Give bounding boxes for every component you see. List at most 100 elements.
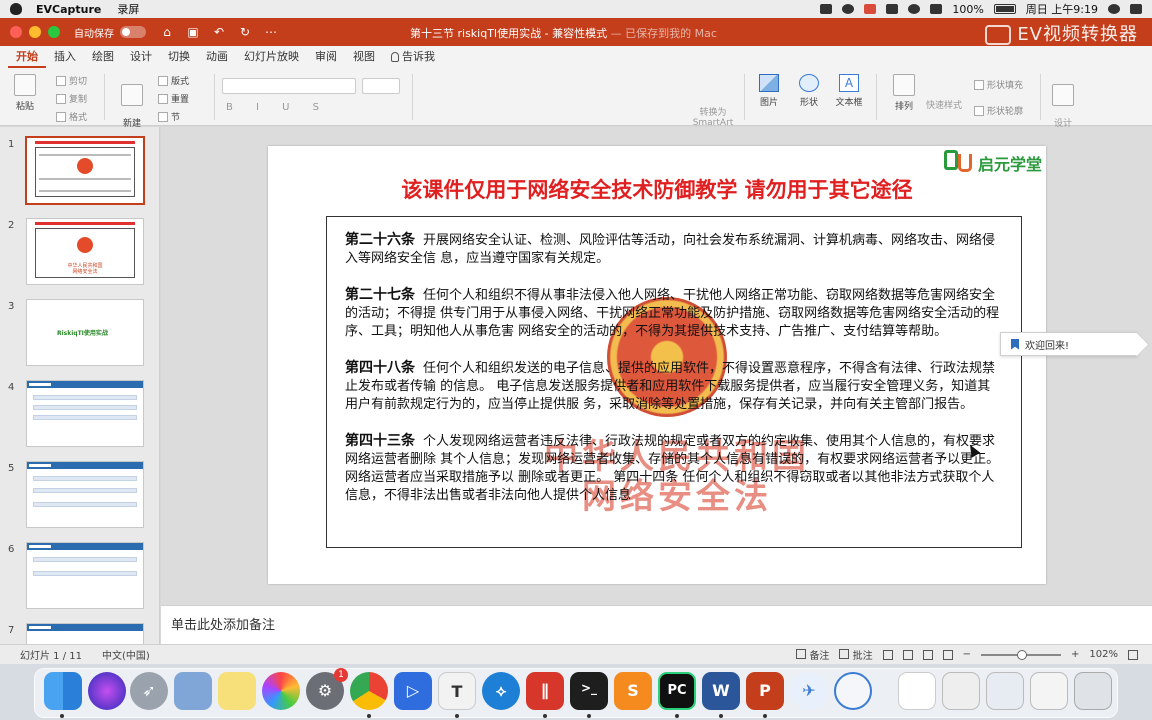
network-icon[interactable]: ⟡ (482, 672, 520, 710)
fit-to-window-icon[interactable] (1128, 649, 1138, 660)
close-window-button[interactable] (10, 26, 22, 38)
font-size-select[interactable] (362, 78, 400, 94)
notes-toggle[interactable]: 备注 (796, 647, 829, 662)
redo-icon[interactable]: ↻ (237, 24, 253, 40)
thumbnail-row-3[interactable]: 3 RiskiqTI使用实战 (0, 295, 159, 369)
wechat-icon[interactable] (886, 4, 899, 14)
autosave-toggle[interactable] (120, 26, 146, 38)
document-icon[interactable] (898, 672, 936, 710)
launchpad-icon[interactable]: ➶ (130, 672, 168, 710)
arrange-button[interactable]: 排列 (884, 74, 924, 112)
thumbnail-row-5[interactable]: 5 (0, 457, 159, 531)
clock[interactable]: 周日 上午9:19 (1026, 1, 1098, 17)
format-painter-button[interactable]: 格式 (56, 110, 87, 123)
zoom-slider[interactable] (981, 649, 1062, 660)
slide-thumbnail-7[interactable] (26, 623, 144, 644)
slide-thumbnail-2[interactable]: 中华人民共和国 网络安全法 (26, 218, 144, 285)
zoom-out-icon[interactable]: − (963, 649, 971, 660)
layout-button[interactable]: 版式 (158, 74, 189, 87)
battery-icon[interactable] (993, 4, 1016, 14)
slide-title[interactable]: 该课件仅用于网络安全技术防御教学 请勿用于其它途径 (268, 174, 1046, 204)
shape-outline-button[interactable]: 形状轮廓 (974, 104, 1023, 117)
paste-button[interactable]: 粘贴 (10, 74, 40, 112)
finder-icon[interactable] (44, 672, 82, 710)
parallels-icon[interactable]: ∥ (526, 672, 564, 710)
thumbnail-row-1[interactable]: 1 (0, 133, 159, 207)
powerpoint-icon[interactable]: P (746, 672, 784, 710)
screenshot3-icon[interactable] (1030, 672, 1068, 710)
shape-button[interactable]: 形状 (792, 74, 826, 108)
home-icon[interactable]: ⌂ (159, 24, 175, 40)
slide-editing-area[interactable]: 启元学堂 该课件仅用于网络安全技术防御教学 请勿用于其它途径 中华人民共和国 网… (161, 127, 1152, 605)
reset-button[interactable]: 重置 (158, 92, 189, 105)
tab-draw[interactable]: 绘图 (84, 46, 122, 68)
shape-fill-button[interactable]: 形状填充 (974, 78, 1023, 91)
wifi-icon[interactable] (930, 4, 943, 14)
tab-animations[interactable]: 动画 (198, 46, 236, 68)
safari-icon[interactable] (834, 672, 872, 710)
screenshot2-icon[interactable] (986, 672, 1024, 710)
chrome-icon[interactable] (350, 672, 388, 710)
reading-view-icon[interactable] (922, 649, 933, 660)
sublime-text-icon[interactable]: S (614, 672, 652, 710)
trash-icon[interactable] (1074, 672, 1112, 710)
screenshot-icon[interactable] (942, 672, 980, 710)
zoom-in-icon[interactable]: + (1071, 649, 1079, 660)
tab-home[interactable]: 开始 (8, 46, 46, 68)
notes-icon[interactable] (218, 672, 256, 710)
preview-icon[interactable] (174, 672, 212, 710)
thumbnail-row-7[interactable]: 7 (0, 619, 159, 644)
minimize-window-button[interactable] (29, 26, 41, 38)
copy-button[interactable]: 复制 (56, 92, 87, 105)
current-slide[interactable]: 启元学堂 该课件仅用于网络安全技术防御教学 请勿用于其它途径 中华人民共和国 网… (268, 146, 1046, 584)
thumbnail-row-4[interactable]: 4 (0, 376, 159, 450)
comments-toggle[interactable]: 批注 (839, 647, 873, 662)
maximize-window-button[interactable] (48, 26, 60, 38)
cut-button[interactable]: 剪切 (56, 74, 87, 87)
normal-view-icon[interactable] (882, 649, 893, 660)
slideshow-icon[interactable] (942, 649, 953, 660)
tab-transitions[interactable]: 切换 (160, 46, 198, 68)
typora-icon[interactable]: T (438, 672, 476, 710)
more-icon[interactable]: ⋯ (263, 24, 279, 40)
slide-thumbnail-4[interactable] (26, 380, 144, 447)
telegram-icon[interactable] (842, 4, 855, 14)
record-status-icon[interactable] (864, 4, 877, 14)
picture-button[interactable]: 图片 (752, 74, 786, 108)
word-icon[interactable]: W (702, 672, 740, 710)
zoom-level[interactable]: 102% (1089, 649, 1118, 660)
notes-pane[interactable]: 单击此处添加备注 (161, 605, 1152, 644)
baidu-netdisk-icon[interactable]: ▷ (394, 672, 432, 710)
textbox-button[interactable]: A 文本框 (832, 74, 866, 108)
slide-thumbnail-1[interactable] (25, 136, 145, 205)
tab-review[interactable]: 审阅 (307, 46, 345, 68)
section-button[interactable]: 节 (158, 110, 180, 123)
thumbnail-row-2[interactable]: 2 中华人民共和国 网络安全法 (0, 214, 159, 288)
slide-thumbnail-3[interactable]: RiskiqTI使用实战 (26, 299, 144, 366)
active-app-name[interactable]: EVCapture (36, 3, 101, 16)
quick-styles-button[interactable]: 快速样式 (924, 98, 964, 111)
tell-me-search[interactable]: 告诉我 (383, 46, 443, 68)
photos-icon[interactable] (262, 672, 300, 710)
system-preferences-icon[interactable]: ⚙ 1 (306, 668, 348, 710)
tab-slideshow[interactable]: 幻灯片放映 (236, 46, 307, 68)
law-text-box[interactable]: 中华人民共和国 网络安全法 第二十六条 开展网络安全认证、检测、风险评估等活动，向… (326, 216, 1022, 548)
apple-icon[interactable] (10, 3, 22, 15)
slide-thumbnail-5[interactable] (26, 461, 144, 528)
tab-view[interactable]: 视图 (345, 46, 383, 68)
control-center-icon[interactable] (1130, 4, 1142, 14)
thumbnail-row-6[interactable]: 6 (0, 538, 159, 612)
slide-thumbnail-6[interactable] (26, 542, 144, 609)
menu-record[interactable]: 录屏 (117, 1, 139, 17)
spotlight-icon[interactable] (1108, 4, 1120, 14)
save-icon[interactable]: ▣ (185, 24, 201, 40)
font-family-select[interactable] (222, 78, 356, 94)
pycharm-icon[interactable]: PC (658, 672, 696, 710)
tab-insert[interactable]: 插入 (46, 46, 84, 68)
slide-sorter-icon[interactable] (902, 649, 913, 660)
font-format-buttons[interactable]: B I U S (226, 102, 329, 113)
convert-smartart-button[interactable]: 转换为 SmartArt (692, 98, 734, 128)
qq-icon[interactable] (908, 4, 921, 14)
bird-icon[interactable]: ✈ (790, 672, 828, 710)
terminal-icon[interactable]: >_ (570, 672, 608, 710)
